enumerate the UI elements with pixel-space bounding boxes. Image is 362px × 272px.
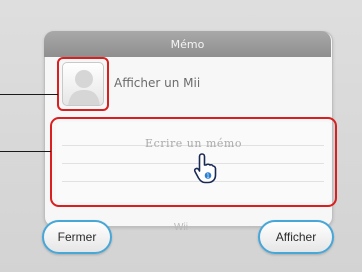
show-mii-label[interactable]: Afficher un Mii bbox=[114, 76, 200, 90]
hand-pointer-icon: 1 bbox=[193, 153, 217, 184]
callout-line-mii bbox=[0, 94, 58, 95]
dialog-title: Mémo bbox=[44, 31, 331, 57]
close-button[interactable]: Fermer bbox=[42, 220, 112, 254]
mii-silhouette-icon bbox=[68, 70, 100, 105]
wii-label: Wii bbox=[174, 222, 188, 233]
show-button[interactable]: Afficher bbox=[258, 220, 334, 254]
svg-text:1: 1 bbox=[206, 173, 209, 179]
callout-line-memo bbox=[0, 151, 51, 152]
mii-avatar-button[interactable] bbox=[62, 62, 104, 106]
memo-placeholder: Ecrire un mémo bbox=[145, 137, 242, 150]
